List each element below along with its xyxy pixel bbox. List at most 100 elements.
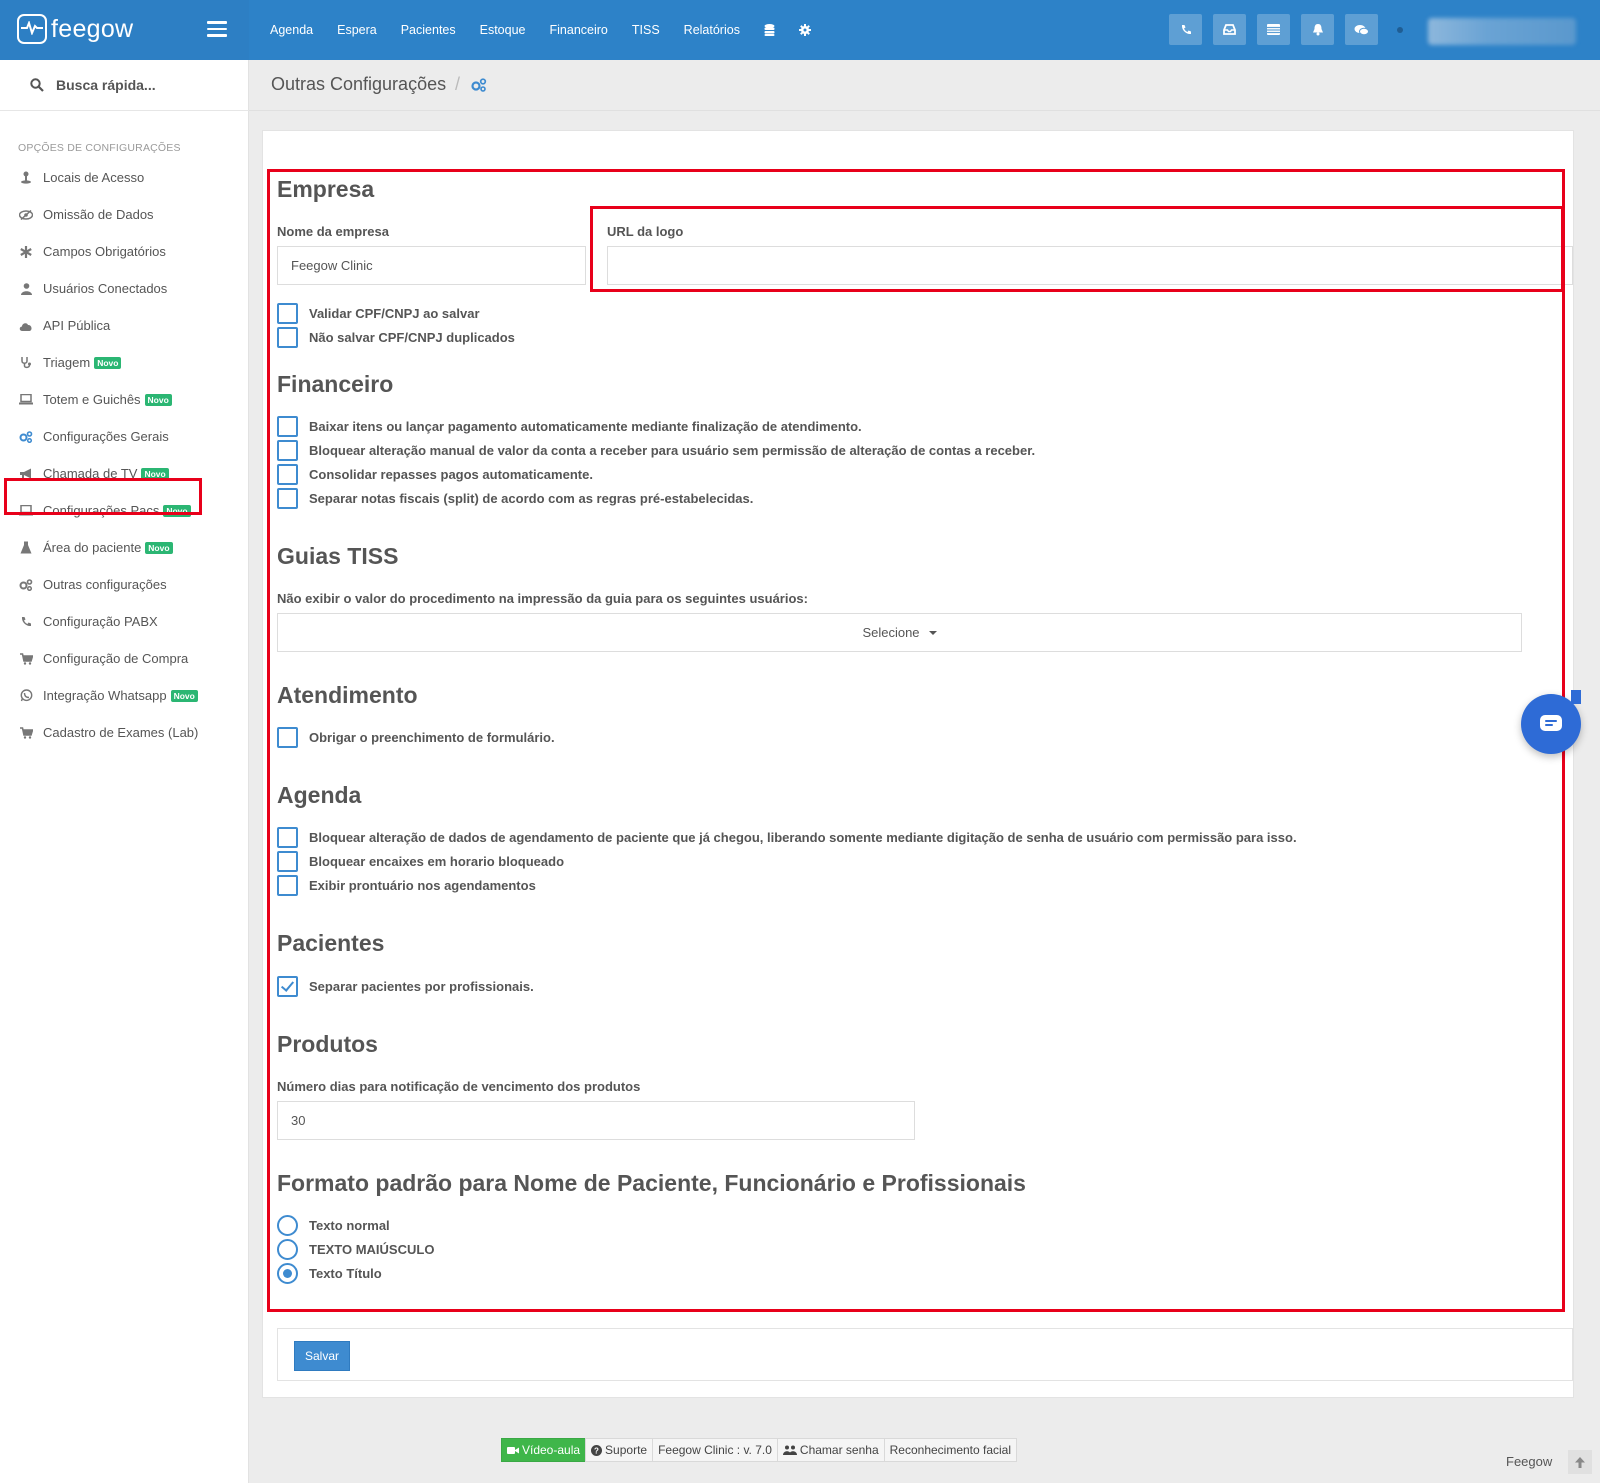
check-nao-salvar-cpf-duplicados[interactable]: Não salvar CPF/CNPJ duplicados	[277, 327, 515, 348]
user-profile-avatar[interactable]	[1428, 18, 1576, 45]
chat-widget-button[interactable]	[1521, 690, 1581, 754]
nav-item-financeiro[interactable]: Financeiro	[538, 0, 620, 60]
checkbox[interactable]	[277, 488, 298, 509]
cloud-icon	[19, 319, 33, 333]
sidebar-item-outras-configuracoes[interactable]: Outras configurações	[0, 566, 249, 603]
chat-icon[interactable]	[1345, 14, 1378, 45]
company-name-input[interactable]	[277, 246, 586, 285]
expiry-days-input[interactable]	[277, 1101, 915, 1140]
new-badge: Novo	[145, 541, 173, 554]
checkbox[interactable]	[277, 827, 298, 848]
face-recognition-button[interactable]: Reconhecimento facial	[883, 1438, 1018, 1462]
radio-texto-normal[interactable]: Texto normal	[277, 1215, 390, 1236]
checkbox[interactable]	[277, 303, 298, 324]
check-bloquear-alteracao-valor[interactable]: Bloquear alteração manual de valor da co…	[277, 440, 1035, 461]
radio-label: Texto normal	[309, 1218, 390, 1233]
check-label: Separar notas fiscais (split) de acordo …	[309, 491, 754, 506]
list-icon[interactable]	[1257, 14, 1290, 45]
radio-texto-maiusculo[interactable]: TEXTO MAIÚSCULO	[277, 1239, 434, 1260]
sidebar: Busca rápida... OPÇÕES DE CONFIGURAÇÕES …	[0, 60, 249, 1483]
megaphone-icon	[19, 467, 33, 481]
sidebar-item-label: Omissão de Dados	[43, 207, 154, 222]
check-separar-pacientes[interactable]: Separar pacientes por profissionais.	[277, 976, 534, 997]
phone-icon[interactable]	[1169, 14, 1202, 45]
nav-item-espera[interactable]: Espera	[325, 0, 389, 60]
check-consolidar-repasses[interactable]: Consolidar repasses pagos automaticament…	[277, 464, 593, 485]
sidebar-item-cadastro-de-exames-lab[interactable]: Cadastro de Exames (Lab)	[0, 714, 249, 751]
nav-item-estoque[interactable]: Estoque	[468, 0, 538, 60]
sidebar-item-label: Configurações Pacs	[43, 503, 160, 518]
nav-item-agenda[interactable]: Agenda	[258, 0, 325, 60]
laptop-icon	[19, 393, 33, 407]
quick-search[interactable]: Busca rápida...	[0, 60, 249, 111]
sidebar-item-integracao-whatsapp[interactable]: Integração Whatsapp Novo	[0, 677, 249, 714]
save-button[interactable]: Salvar	[294, 1341, 350, 1371]
bell-icon[interactable]	[1301, 14, 1334, 45]
check-validar-cpf[interactable]: Validar CPF/CNPJ ao salvar	[277, 303, 480, 324]
check-obrigar-formulario[interactable]: Obrigar o preenchimento de formulário.	[277, 727, 555, 748]
cogs-icon[interactable]	[471, 78, 487, 97]
scroll-to-top-button[interactable]	[1568, 1450, 1592, 1474]
check-label: Validar CPF/CNPJ ao salvar	[309, 306, 480, 321]
feegow-logo-icon[interactable]	[17, 14, 47, 44]
sidebar-item-omissao-de-dados[interactable]: Omissão de Dados	[0, 196, 249, 233]
sidebar-item-area-do-paciente[interactable]: Área do paciente Novo	[0, 529, 249, 566]
checkbox[interactable]	[277, 727, 298, 748]
sidebar-item-chamada-de-tv[interactable]: Chamada de TV Novo	[0, 455, 249, 492]
cogs-icon	[19, 578, 33, 592]
asterisk-icon	[19, 245, 33, 259]
radio-button[interactable]	[277, 1239, 298, 1260]
check-bloquear-alteracao-agendamento[interactable]: Bloquear alteração de dados de agendamen…	[277, 827, 1297, 848]
sidebar-item-campos-obrigatorios[interactable]: Campos Obrigatórios	[0, 233, 249, 270]
sidebar-item-label: API Pública	[43, 318, 111, 333]
nav-item-tiss[interactable]: TISS	[620, 0, 672, 60]
database-icon[interactable]	[752, 0, 787, 60]
quick-search-label[interactable]: Busca rápida...	[56, 77, 156, 93]
logo-url-label: URL da logo	[607, 224, 684, 239]
logo-url-input[interactable]	[607, 246, 1573, 285]
arrow-up-icon	[1575, 1456, 1585, 1468]
support-link[interactable]: ? Suporte	[585, 1438, 654, 1462]
logo-text[interactable]: feegow	[51, 15, 133, 44]
sidebar-item-locais-de-acesso[interactable]: Locais de Acesso	[0, 159, 249, 196]
sidebar-item-usuarios-conectados[interactable]: Usuários Conectados	[0, 270, 249, 307]
eye-slash-icon	[19, 208, 33, 222]
sidebar-item-triagem[interactable]: Triagem Novo	[0, 344, 249, 381]
check-separar-notas-fiscais[interactable]: Separar notas fiscais (split) de acordo …	[277, 488, 753, 509]
nav-item-pacientes[interactable]: Pacientes	[389, 0, 468, 60]
gear-icon[interactable]	[787, 0, 823, 60]
checkbox[interactable]	[277, 851, 298, 872]
sidebar-item-configuracao-de-compra[interactable]: Configuração de Compra	[0, 640, 249, 677]
checkbox[interactable]	[277, 875, 298, 896]
sidebar-item-totem-e-guiches[interactable]: Totem e Guichês Novo	[0, 381, 249, 418]
hamburger-menu-icon[interactable]	[207, 21, 227, 39]
sidebar-item-configuracao-pabx[interactable]: Configuração PABX	[0, 603, 249, 640]
page-title: Outras Configurações	[271, 74, 447, 94]
sidebar-item-label: Totem e Guichês	[43, 392, 141, 407]
check-label: Bloquear alteração de dados de agendamen…	[309, 830, 1297, 845]
check-exibir-prontuario[interactable]: Exibir prontuário nos agendamentos	[277, 875, 536, 896]
radio-button[interactable]	[277, 1263, 298, 1284]
video-lesson-link[interactable]: Vídeo-aula	[501, 1438, 587, 1462]
nav-item-relatorios[interactable]: Relatórios	[672, 0, 752, 60]
chat-bubble-icon	[1540, 715, 1562, 731]
checkbox[interactable]	[277, 416, 298, 437]
inbox-icon[interactable]	[1213, 14, 1246, 45]
check-bloquear-encaixes[interactable]: Bloquear encaixes em horario bloqueado	[277, 851, 564, 872]
section-title-financeiro: Financeiro	[277, 371, 394, 397]
flask-icon	[19, 541, 33, 555]
call-ticket-button[interactable]: Chamar senha	[776, 1438, 885, 1462]
checkbox[interactable]	[277, 464, 298, 485]
sidebar-item-api-publica[interactable]: API Pública	[0, 307, 249, 344]
version-info: Feegow Clinic : v. 7.0	[652, 1438, 778, 1462]
check-baixar-itens[interactable]: Baixar itens ou lançar pagamento automat…	[277, 416, 862, 437]
checkbox[interactable]	[277, 976, 298, 997]
radio-texto-titulo[interactable]: Texto Título	[277, 1263, 382, 1284]
radio-button[interactable]	[277, 1215, 298, 1236]
tiss-users-select[interactable]: Selecione	[277, 613, 1522, 652]
sidebar-item-configuracoes-gerais[interactable]: Configurações Gerais	[0, 418, 249, 455]
checkbox[interactable]	[277, 327, 298, 348]
sidebar-item-configuracoes-pacs[interactable]: Configurações Pacs Novo	[0, 492, 249, 529]
checkbox[interactable]	[277, 440, 298, 461]
search-icon	[30, 78, 44, 92]
